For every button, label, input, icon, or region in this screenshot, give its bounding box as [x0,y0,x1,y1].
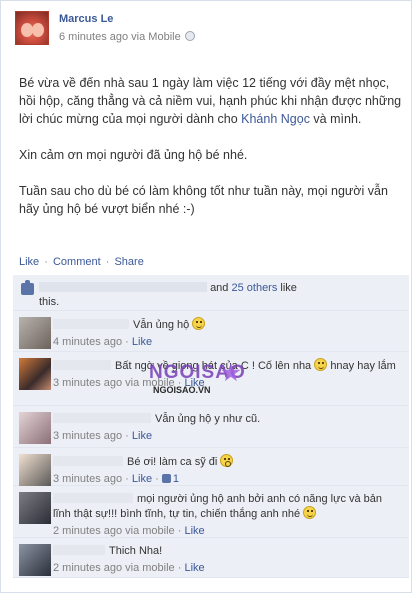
comment-item: Vẫn ủng hộ y như cũ. 3 minutes ago · Lik… [13,406,409,448]
liker-names-redacted [39,282,207,292]
comment-item: Thich Nha! 2 minutes ago via mobile · Li… [13,538,409,578]
post-time[interactable]: 6 minutes ago [59,31,128,43]
thumbs-up-icon [21,280,34,295]
comment-time[interactable]: 3 minutes ago [53,430,122,442]
comment-time[interactable]: 2 minutes ago via mobile [53,562,175,574]
feed-story: Marcus Le 6 minutes ago via Mobile Bé vừ… [0,0,412,593]
comment-time[interactable]: 4 minutes ago [53,336,122,348]
post-via: via Mobile [131,31,181,43]
commenter-avatar[interactable] [19,544,51,576]
author-name[interactable]: Marcus Le [59,13,113,25]
share-button[interactable]: Share [114,256,143,268]
globe-icon [184,31,195,41]
post-body: Bé vừa về đến nhà sau 1 ngày làm việc 12… [19,74,403,236]
comments-section: and 25 others like this. Vẫn ủng hộ 4 mi… [13,275,409,578]
comment-like-button[interactable]: Like [132,336,152,348]
commenter-avatar[interactable] [19,492,51,524]
commenter-name-redacted [53,360,111,370]
tagged-person-link[interactable]: Khánh Ngọc [241,112,310,126]
shocked-smiley-icon [220,454,234,467]
commenter-avatar[interactable] [19,454,51,486]
commenter-avatar[interactable] [19,317,51,349]
commenter-name-redacted [53,456,123,466]
likes-others-link[interactable]: 25 others [231,282,277,294]
watermark-logo: NGOISAO ★ NGOISAO.VN [149,360,246,395]
like-button[interactable]: Like [19,256,39,268]
commenter-avatar[interactable] [19,412,51,444]
comment-like-button[interactable]: Like [132,430,152,442]
commenter-name-redacted [53,319,129,329]
smiley-icon [303,506,317,519]
author-avatar[interactable] [15,11,49,45]
commenter-name-redacted [53,413,151,423]
likes-summary: and 25 others like this. [13,275,409,311]
star-icon: ★ [221,360,241,385]
comment-like-button[interactable]: Like [184,562,204,574]
comment-like-button[interactable]: Like [184,525,204,537]
comment-time[interactable]: 3 minutes ago [53,473,122,485]
post-meta: 6 minutes ago via Mobile [59,31,195,43]
comment-like-count[interactable]: 1 [173,473,179,485]
commenter-name-redacted [53,545,105,555]
comment-item: Vẫn ủng hộ 4 minutes ago · Like [13,311,409,352]
comment-button[interactable]: Comment [53,256,101,268]
post-actions: Like · Comment · Share [19,256,144,268]
smiley-icon [192,317,206,330]
like-icon [161,474,171,483]
comment-time[interactable]: 2 minutes ago via mobile [53,525,175,537]
post-paragraph-2: Xin cảm ơn mọi người đã ủng hộ bé nhé. [19,148,248,162]
comment-like-button[interactable]: Like [132,473,152,485]
comment-item: Bé ơi! làm ca sỹ đi 3 minutes ago · Like… [13,448,409,486]
comment-item: mọi người ủng hộ anh bởi anh có năng lực… [13,486,409,538]
commenter-avatar[interactable] [19,358,51,390]
post-paragraph-1: Bé vừa về đến nhà sau 1 ngày làm việc 12… [19,76,402,126]
commenter-name-redacted [53,493,133,503]
post-paragraph-3: Tuần sau cho dù bé có làm không tốt như … [19,184,388,216]
smiley-icon [314,358,328,371]
